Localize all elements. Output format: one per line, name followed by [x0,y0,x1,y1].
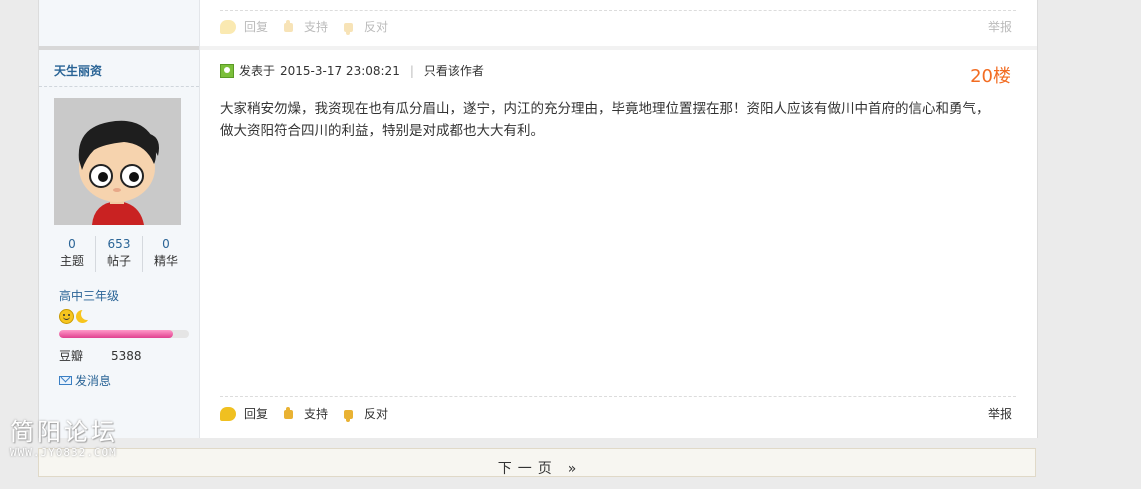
points-value: 5388 [111,349,142,363]
stat-threads-label: 主题 [59,254,84,268]
reply-label: 回复 [244,407,269,421]
oppose-button[interactable]: 反对 [340,405,388,422]
reply-icon [220,19,236,34]
avatar[interactable] [54,98,181,225]
thumbs-down-icon [340,407,356,422]
post-container: 天生丽资 0 主题 653 帖子 0 精华 高中三年级 豆瓣 5388 发消息 … [38,0,1038,438]
name-divider [39,86,199,87]
actions-divider [220,396,1016,397]
stat-digest-label: 精华 [153,254,178,268]
support-label: 支持 [304,407,329,421]
post-header: 发表于 2015-3-17 23:08:21 | 只看该作者 [220,62,484,79]
header-pipe: | [409,63,414,78]
posted-prefix: 发表于 [239,64,276,78]
prev-support-label: 支持 [304,20,329,34]
only-author-link[interactable]: 只看该作者 [424,62,484,79]
site-watermark: 简阳论坛 WWW.JY0832.COM [10,418,140,459]
next-page-label: 下一页 [497,461,558,477]
thumbs-down-icon [340,20,356,35]
send-message-link[interactable]: 发消息 [59,372,111,389]
stat-threads-value[interactable]: 0 [49,236,95,252]
report-link[interactable]: 举报 [988,405,1012,422]
post-separator [200,46,1037,50]
next-page-button[interactable]: 下一页 » [38,448,1036,477]
user-level[interactable]: 高中三年级 [59,287,119,304]
reply-icon [220,406,236,421]
thumbs-up-icon [280,19,296,34]
floor-number[interactable]: 20楼 [970,62,1011,88]
prev-post-actions: 回复 支持 反对 举报 [220,18,1012,35]
envelope-icon [59,376,72,385]
stat-posts-value[interactable]: 653 [96,236,142,252]
post-main: 回复 支持 反对 举报 发表于 2015-3-17 23:08:21 | 只看该… [200,0,1037,438]
watermark-title: 简阳论坛 [10,418,118,446]
next-arrow-icon: » [567,461,577,477]
stat-digest[interactable]: 0 精华 [143,236,189,272]
watermark-url: WWW.JY0832.COM [10,446,117,459]
author-name[interactable]: 天生丽资 [54,62,102,79]
stat-posts-label: 帖子 [106,254,131,268]
reply-button[interactable]: 回复 [220,405,268,422]
posted-time: 2015-3-17 23:08:21 [280,63,400,78]
level-progress-fill [59,330,174,338]
prev-report-link[interactable]: 举报 [988,18,1012,35]
thumbs-up-icon [280,406,296,421]
prev-oppose-button[interactable]: 反对 [340,18,388,35]
post-actions: 回复 支持 反对 举报 [220,405,1012,422]
send-message-label: 发消息 [75,374,112,388]
sidebar-divider [39,46,199,50]
prev-support-button[interactable]: 支持 [280,18,328,35]
prev-reply-button[interactable]: 回复 [220,18,268,35]
points-label: 豆瓣 [59,349,84,363]
post-content: 大家稍安勿燥，我资现在也有瓜分眉山，遂宁，内江的充分理由，毕竟地理位置摆在那！资… [220,101,990,139]
stat-posts[interactable]: 653 帖子 [96,236,143,272]
sun-smile-icon [59,309,74,324]
support-button[interactable]: 支持 [280,405,328,422]
stat-digest-value[interactable]: 0 [143,236,189,252]
author-sidebar: 天生丽资 0 主题 653 帖子 0 精华 高中三年级 豆瓣 5388 发消息 [39,0,200,438]
oppose-label: 反对 [364,407,389,421]
prev-oppose-label: 反对 [364,20,389,34]
rank-icons [59,308,93,325]
author-stats: 0 主题 653 帖子 0 精华 [49,236,189,272]
level-progress-bar [59,330,189,338]
stat-threads[interactable]: 0 主题 [49,236,96,272]
user-points: 豆瓣 5388 [59,347,142,364]
prev-actions-divider [220,10,1016,11]
moon-icon [75,308,93,324]
post-status-icon [220,63,234,78]
prev-reply-label: 回复 [244,20,269,34]
prev-sidebar-section [39,0,199,46]
